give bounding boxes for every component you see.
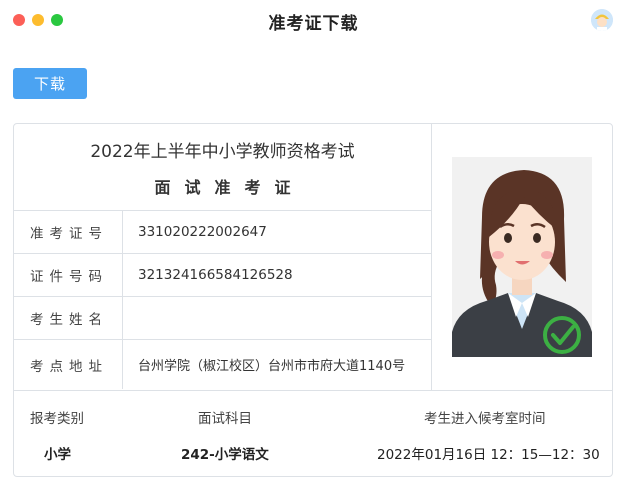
entry-time-value: 2022年01月16日 12：15—12：30 [377, 447, 600, 463]
ticket-number-value: 331020222002647 [138, 224, 267, 240]
entry-time-header: 考生进入候考室时间 [424, 411, 546, 427]
info-row-ticket-number: 准考证号 331020222002647 [14, 211, 431, 254]
user-avatar-icon[interactable] [591, 9, 613, 31]
exam-address-label: 考点地址 [14, 340, 123, 389]
exam-details: 报考类别 面试科目 考生进入候考室时间 小学 242-小学语文 2022年01月… [14, 390, 612, 476]
admit-card-header: 2022年上半年中小学教师资格考试 面试准考证 [14, 124, 431, 211]
exam-address-value: 台州学院（椒江校区）台州市市府大道1140号 [138, 359, 406, 374]
exam-title: 2022年上半年中小学教师资格考试 [90, 142, 355, 162]
subject-value: 242-小学语文 [181, 447, 269, 463]
candidate-name-label: 考生姓名 [14, 297, 123, 339]
id-number-label: 证件号码 [14, 254, 123, 296]
info-row-id-number: 证件号码 321324166584126528 [14, 254, 431, 297]
admit-card-title: 面试准考证 [154, 178, 305, 197]
candidate-photo [452, 157, 592, 357]
ticket-number-label: 准考证号 [14, 211, 123, 253]
title-bar: 准考证下载 [0, 0, 627, 42]
window-title: 准考证下载 [268, 14, 359, 34]
info-row-candidate-name: 考生姓名 [14, 297, 431, 340]
female-avatar-with-checkmark-icon [452, 157, 592, 357]
category-value: 小学 [44, 447, 71, 463]
subject-header: 面试科目 [198, 411, 252, 427]
candidate-name-value [123, 297, 431, 339]
info-row-exam-address: 考点地址 台州学院（椒江校区）台州市市府大道1140号 [14, 340, 431, 389]
photo-area [432, 124, 612, 390]
category-header: 报考类别 [30, 411, 84, 427]
admit-card-info: 2022年上半年中小学教师资格考试 面试准考证 准考证号 33102022200… [14, 124, 432, 390]
id-number-value: 321324166584126528 [138, 267, 293, 283]
download-button[interactable]: 下载 [13, 68, 87, 99]
admit-card: 2022年上半年中小学教师资格考试 面试准考证 准考证号 33102022200… [13, 123, 613, 477]
